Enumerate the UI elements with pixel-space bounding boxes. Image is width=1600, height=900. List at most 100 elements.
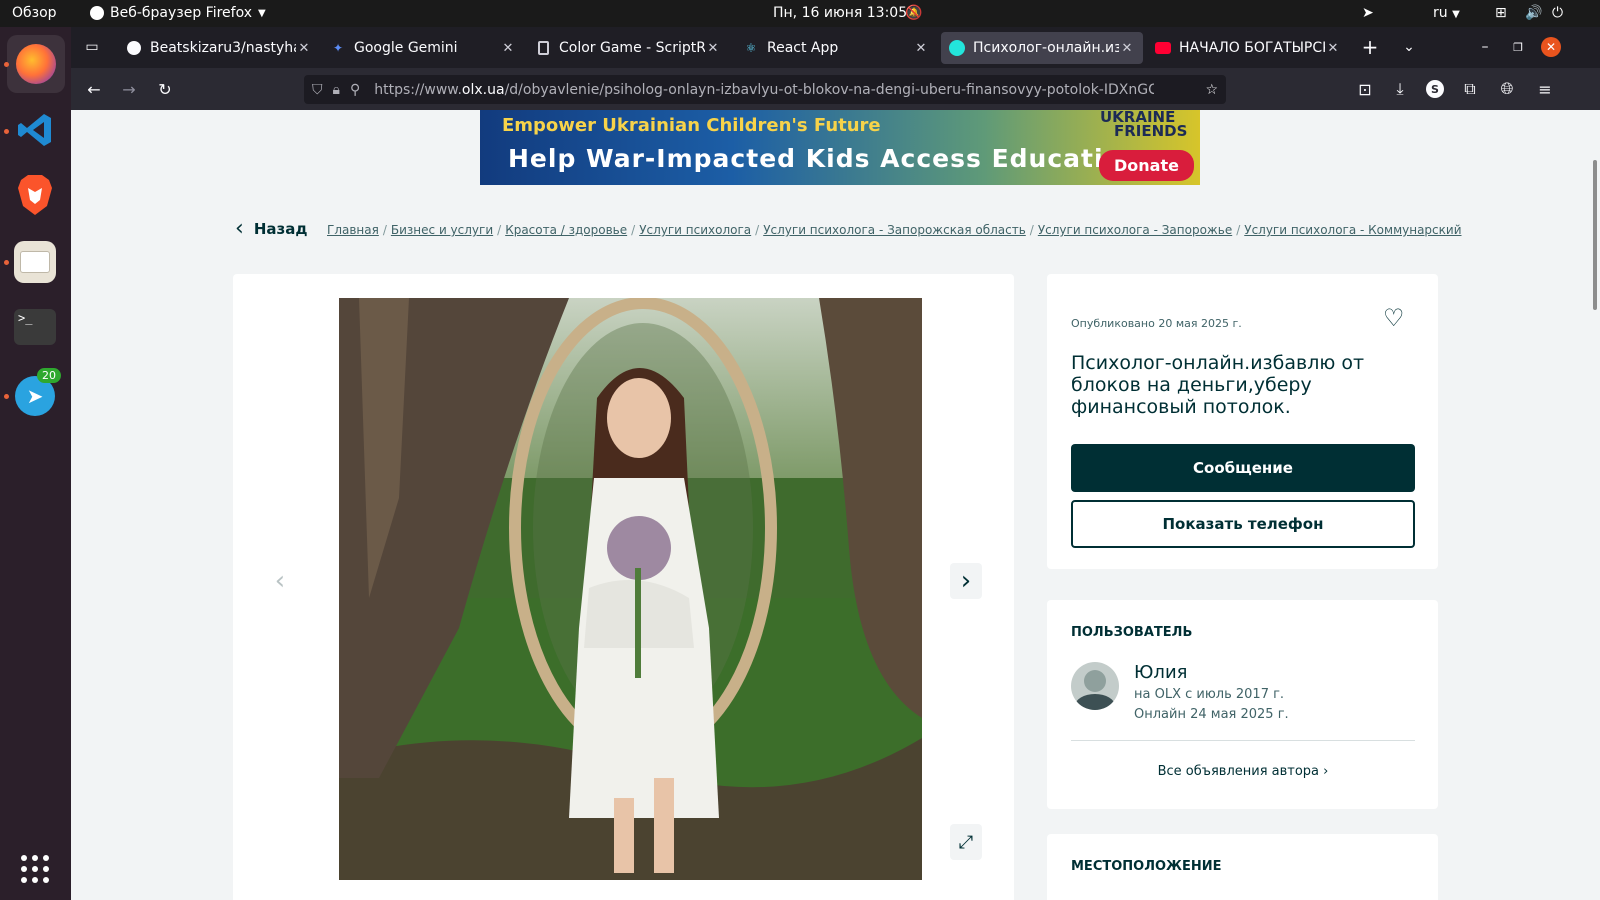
next-photo-button[interactable]: › [950, 563, 982, 599]
url-bar[interactable]: ⛉ 🔒︎ ⚲ https://www.olx.ua/d/obyavlenie/p… [304, 75, 1226, 104]
tab-react-app[interactable]: ⚛ React App ✕ [735, 32, 937, 64]
tracking-shield-icon[interactable]: ⛉ [312, 82, 323, 98]
running-indicator [4, 394, 9, 399]
brave-icon [18, 175, 52, 215]
url-text: https://www.olx.ua/d/obyavlenie/psiholog… [374, 81, 1155, 98]
donate-button[interactable]: Donate [1099, 150, 1194, 181]
breadcrumb-link[interactable]: Бизнес и услуги [391, 223, 493, 237]
close-icon[interactable]: ✕ [1119, 41, 1135, 56]
firefox-view-icon[interactable]: ▭ [79, 34, 105, 60]
clock[interactable]: Пн, 16 июня 13:05 [773, 5, 907, 21]
system-top-bar: Обзор Веб-браузер Firefox ▼ Пн, 16 июня … [0, 0, 1600, 27]
tab-youtube[interactable]: НАЧАЛО БОГАТЫРСКО ✕ [1147, 32, 1349, 64]
photo-woman-in-wicker-chair [339, 298, 922, 880]
back-link[interactable]: ‹ Назад [235, 216, 307, 241]
maximize-icon[interactable]: ❐ [1505, 34, 1531, 60]
show-apps-button[interactable] [13, 847, 57, 891]
member-since: на OLX с июль 2017 г. [1134, 687, 1285, 702]
dock-telegram[interactable]: ➤ 20 [13, 368, 61, 418]
dock-vscode[interactable] [13, 108, 57, 152]
telegram-tray-icon[interactable]: ➤ [1362, 5, 1374, 21]
chevron-left-icon: ‹ [274, 566, 286, 596]
downloads-icon[interactable]: ⤓ [1387, 76, 1413, 102]
app-menu[interactable]: Веб-браузер Firefox ▼ [90, 5, 266, 21]
close-icon[interactable]: ✕ [913, 41, 929, 56]
window-close-button[interactable]: ✕ [1538, 34, 1564, 60]
forward-arrow-icon[interactable]: → [116, 76, 142, 102]
all-ads-link[interactable]: Все объявления автора › [1071, 764, 1415, 779]
dock-brave[interactable] [13, 173, 57, 217]
unread-badge: 20 [37, 368, 61, 383]
chevron-right-icon: › [1323, 764, 1329, 779]
tab-olx-active[interactable]: Психолог-онлайн.избав ✕ [941, 32, 1143, 64]
bookmark-star-icon[interactable]: ☆ [1205, 82, 1218, 98]
tab-gemini[interactable]: ✦ Google Gemini ✕ [322, 32, 524, 64]
app-grid-icon [21, 855, 49, 883]
listing-info-card: Опубликовано 20 мая 2025 г. ♡ Психолог-о… [1047, 274, 1438, 569]
avatar[interactable] [1071, 662, 1119, 710]
power-icon[interactable]: ⏻ [1552, 5, 1563, 21]
running-indicator [4, 260, 9, 265]
fullscreen-button[interactable]: ⤢ [950, 824, 982, 860]
permissions-icon[interactable]: ⚲ [350, 82, 360, 98]
page-scrollbar[interactable] [1593, 160, 1597, 310]
last-online: Онлайн 24 мая 2025 г. [1134, 707, 1289, 722]
breadcrumb-link[interactable]: Главная [327, 223, 379, 237]
close-icon[interactable]: ✕ [296, 41, 312, 56]
tab-strip: ▭ Beatskizaru3/nastyhac ✕ ✦ Google Gemin… [71, 27, 1600, 68]
breadcrumb: Главная / Бизнес и услуги / Красота / здоров… [327, 223, 1462, 237]
files-icon [20, 251, 50, 273]
back-arrow-icon[interactable]: ← [81, 76, 107, 102]
tab-github[interactable]: Beatskizaru3/nastyhac ✕ [118, 32, 320, 64]
profile-button[interactable]: S [1422, 76, 1448, 102]
translate-globe-icon[interactable]: 🌐︎ [1494, 76, 1520, 102]
dock-files[interactable] [14, 241, 56, 283]
lock-icon[interactable]: 🔒︎ [333, 82, 340, 98]
breadcrumb-link[interactable]: Красота / здоровье [505, 223, 627, 237]
breadcrumb-link[interactable]: Услуги психолога [639, 223, 751, 237]
document-icon [535, 40, 551, 56]
section-heading: ПОЛЬЗОВАТЕЛЬ [1071, 625, 1193, 640]
minimize-icon[interactable]: – [1472, 34, 1498, 60]
menu-hamburger-icon[interactable]: ≡ [1532, 76, 1558, 102]
heart-icon[interactable]: ♡ [1383, 304, 1405, 332]
firefox-icon [16, 44, 56, 84]
olx-icon [949, 40, 965, 56]
section-heading: МЕСТОПОЛОЖЕНИЕ [1071, 859, 1222, 874]
message-button[interactable]: Сообщение [1071, 444, 1415, 492]
dock-firefox[interactable] [7, 35, 65, 93]
posted-date: Опубликовано 20 мая 2025 г. [1071, 317, 1242, 330]
nav-toolbar: ← → ↻ ⛉ 🔒︎ ⚲ https://www.olx.ua/d/obyavl… [71, 68, 1600, 110]
prev-photo-button[interactable]: ‹ [264, 563, 296, 599]
language-indicator[interactable]: ru ▼ [1433, 5, 1460, 21]
breadcrumb-link[interactable]: Услуги психолога - Запорожье [1038, 223, 1232, 237]
activities-button[interactable]: Обзор [12, 5, 57, 21]
list-tabs-icon[interactable]: ⌄ [1396, 34, 1422, 60]
running-indicator [4, 62, 9, 67]
react-icon: ⚛ [745, 41, 757, 55]
pocket-icon[interactable]: ⊡ [1352, 76, 1378, 102]
close-icon[interactable]: ✕ [705, 41, 721, 56]
youtube-icon [1155, 40, 1171, 56]
listing-title: Психолог-онлайн.избавлю от блоков на ден… [1071, 352, 1365, 418]
breadcrumb-link[interactable]: Услуги психолога - Коммунарский [1244, 223, 1461, 237]
close-icon: ✕ [1541, 37, 1561, 57]
new-tab-icon[interactable]: + [1357, 34, 1383, 60]
chevron-left-icon: ‹ [235, 216, 244, 241]
listing-photo[interactable] [339, 298, 922, 880]
seller-name[interactable]: Юлия [1134, 662, 1187, 683]
reload-icon[interactable]: ↻ [152, 76, 178, 102]
ad-banner[interactable]: Empower Ukrainian Children's Future Help… [480, 110, 1200, 185]
seller-card: ПОЛЬЗОВАТЕЛЬ Юлия на OLX с июль 2017 г. … [1047, 600, 1438, 809]
tab-color-game[interactable]: Color Game - ScriptRB ✕ [527, 32, 729, 64]
volume-icon[interactable]: 🔊 [1525, 5, 1542, 21]
breadcrumb-link[interactable]: Услуги психолога - Запорожская область [763, 223, 1026, 237]
web-page: Empower Ukrainian Children's Future Help… [71, 110, 1600, 900]
close-icon[interactable]: ✕ [500, 41, 516, 56]
dock-terminal[interactable]: >_ [14, 309, 56, 345]
close-icon[interactable]: ✕ [1325, 41, 1341, 56]
show-phone-button[interactable]: Показать телефон [1071, 500, 1415, 548]
extensions-icon[interactable]: ⧉ [1457, 76, 1483, 102]
gemini-icon: ✦ [332, 41, 344, 55]
network-icon[interactable]: ⊞ [1495, 5, 1507, 21]
